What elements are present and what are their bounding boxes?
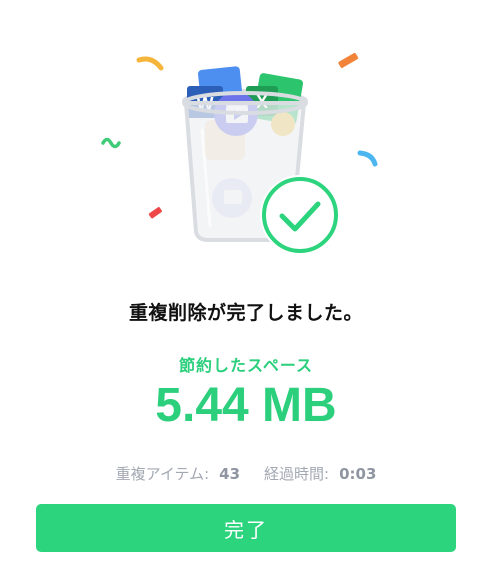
cleanup-complete-screen: X W X <box>0 0 492 585</box>
confetti-red-bar <box>148 206 162 219</box>
saved-space-label: 節約したスペース <box>178 356 314 375</box>
elapsed-time-label: 経過時間: <box>264 465 330 483</box>
trash-can-illustration: X W X <box>101 52 378 255</box>
elapsed-time-value: 0:03 <box>339 465 377 483</box>
completion-title: 重複削除が完了しました。 <box>128 302 363 324</box>
duplicate-items-label: 重複アイテム: <box>115 465 210 483</box>
confetti-orange-bar <box>338 52 359 68</box>
confetti-yellow-arc <box>136 56 164 71</box>
cleanup-stats: 重複アイテム: 43 経過時間: 0:03 <box>0 463 492 484</box>
confetti-blue-arc <box>357 150 378 167</box>
success-check-icon <box>260 175 340 255</box>
confetti-green-squiggle <box>101 137 121 149</box>
duplicate-items-count: 43 <box>219 465 241 483</box>
done-button[interactable]: 完了 <box>36 504 456 552</box>
saved-space-value: 5.44 MB <box>155 379 337 432</box>
